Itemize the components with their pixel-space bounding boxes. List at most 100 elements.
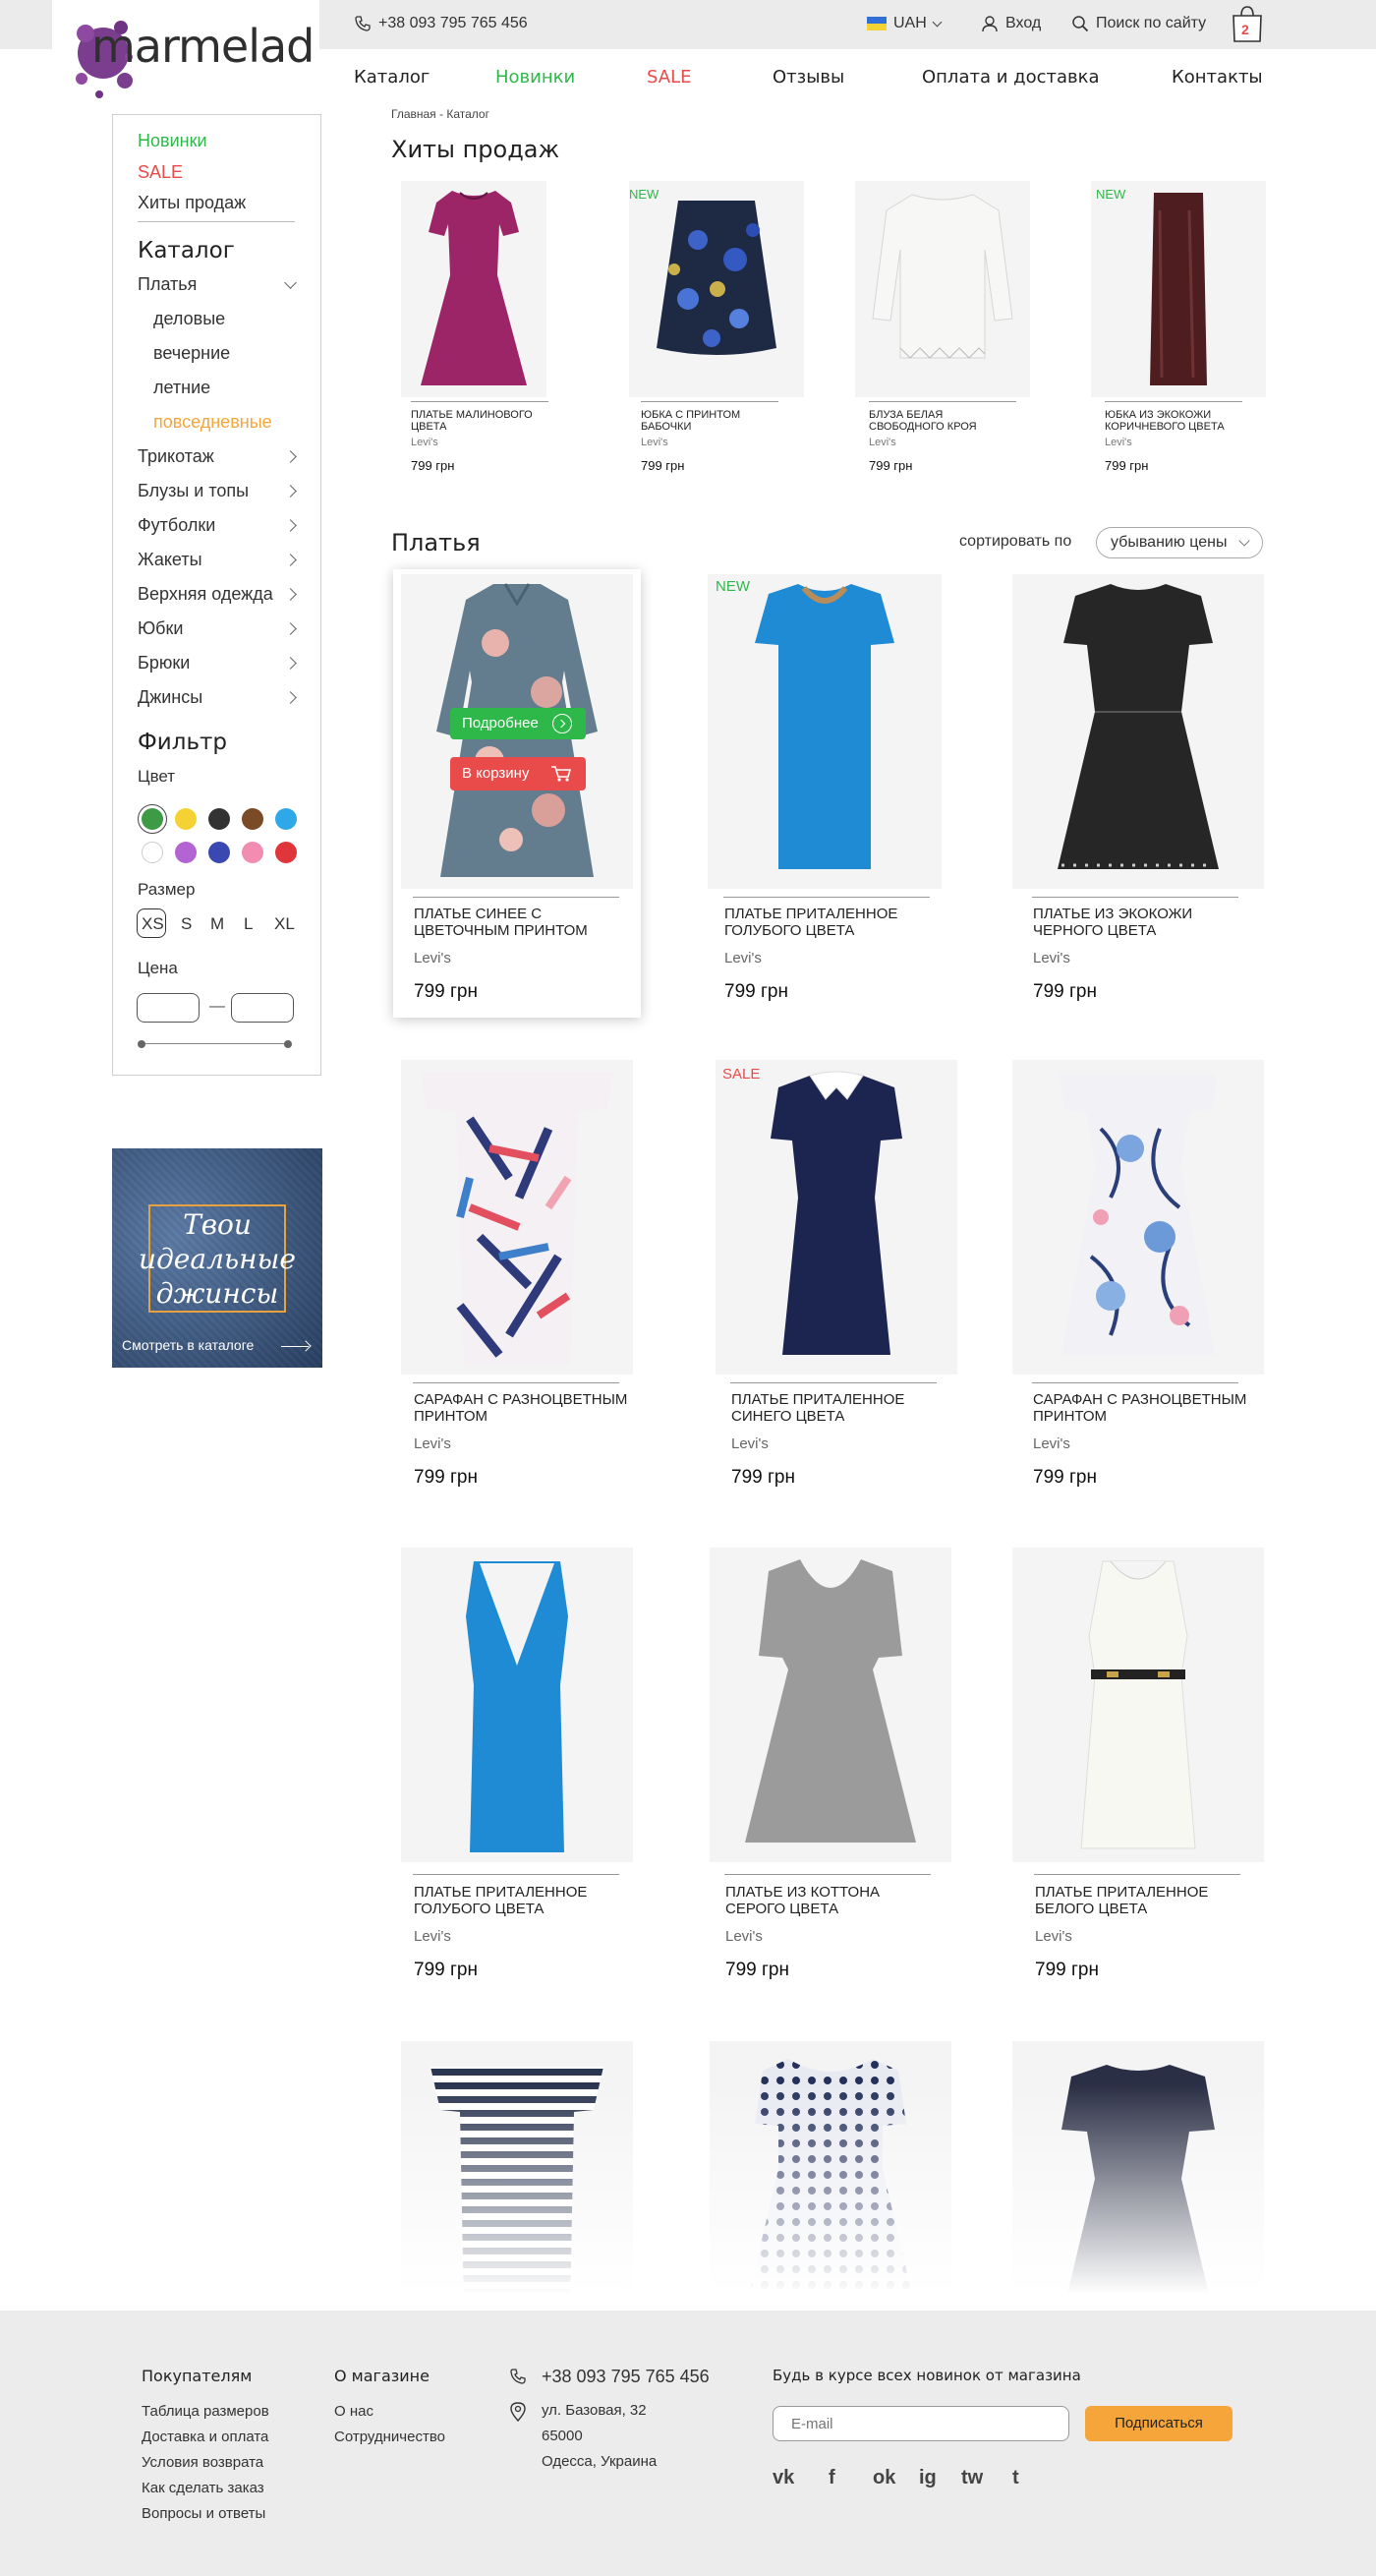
color-swatch-green[interactable]: [142, 808, 163, 830]
price-slider-handle-min[interactable]: [138, 1040, 145, 1048]
color-swatch-navy[interactable]: [208, 842, 230, 863]
jeans-banner[interactable]: Твои идеальные джинсы Смотреть в каталог…: [112, 1148, 322, 1368]
sidebar-subitem-casual[interactable]: повседневные: [153, 412, 272, 433]
catalog-title: Платья: [391, 529, 481, 556]
sidebar-subitem-summer[interactable]: летние: [153, 378, 210, 398]
twitter-icon[interactable]: tw: [961, 2467, 983, 2489]
hit-image-2[interactable]: [629, 181, 804, 397]
price-max-input[interactable]: [231, 993, 294, 1023]
nav-new[interactable]: Новинки: [495, 67, 575, 88]
product-name-4[interactable]: Сарафан с разноцветным принтом: [414, 1391, 630, 1425]
size-s[interactable]: S: [181, 914, 192, 934]
site-search[interactable]: Поиск по сайту: [1071, 15, 1206, 32]
size-m[interactable]: M: [210, 914, 224, 934]
footer-link-returns[interactable]: Условия возврата: [142, 2454, 263, 2471]
size-l[interactable]: L: [244, 914, 253, 934]
logo[interactable]: marmelad: [52, 0, 319, 106]
instagram-icon[interactable]: ig: [919, 2467, 937, 2489]
nav-reviews[interactable]: Отзывы: [773, 67, 844, 88]
price-label: Цена: [138, 959, 178, 977]
footer-link-size-table[interactable]: Таблица размеров: [142, 2403, 269, 2420]
sidebar-item-tshirts[interactable]: Футболки: [138, 515, 215, 536]
footer-link-how-to-order[interactable]: Как сделать заказ: [142, 2480, 264, 2496]
print-sundress-image: [421, 1072, 613, 1365]
logo-text: marmelad: [91, 20, 315, 73]
hit-name-2[interactable]: Юбка с принтом бабочки: [641, 409, 788, 433]
email-input[interactable]: [773, 2406, 1069, 2441]
nav-payment-delivery[interactable]: Оплата и доставка: [922, 67, 1100, 88]
hit-name-1[interactable]: Платье малинового цвета: [411, 409, 539, 433]
product-name-8[interactable]: Платье из коттона серого цвета: [725, 1884, 922, 1917]
footer-phone[interactable]: +38 093 795 765 456: [542, 2367, 710, 2387]
hit-name-4[interactable]: Юбка из экокожи коричневого цвета: [1105, 409, 1242, 433]
color-swatch-white[interactable]: [142, 842, 163, 863]
color-swatch-purple[interactable]: [175, 842, 197, 863]
color-swatch-red[interactable]: [275, 842, 297, 863]
nav-sale[interactable]: SALE: [647, 67, 691, 88]
product-name-1[interactable]: Платье синее с цветочным принтом: [414, 906, 610, 939]
nav-catalog[interactable]: Каталог: [354, 67, 430, 88]
product-image-6[interactable]: [1012, 1060, 1264, 1375]
product-image-5[interactable]: [716, 1060, 957, 1375]
footer-link-delivery[interactable]: Доставка и оплата: [142, 2429, 268, 2445]
footer-link-about[interactable]: О нас: [334, 2403, 373, 2420]
login-link[interactable]: Вход: [981, 15, 1041, 32]
nav-contacts[interactable]: Контакты: [1172, 67, 1263, 88]
hit-image-3[interactable]: [855, 181, 1030, 397]
product-image-3[interactable]: [1012, 574, 1264, 889]
sidebar-item-knitwear[interactable]: Трикотаж: [138, 446, 214, 467]
sidebar-item-trousers[interactable]: Брюки: [138, 653, 190, 673]
price-slider-handle-max[interactable]: [284, 1040, 292, 1048]
color-swatch-lightblue[interactable]: [275, 808, 297, 830]
footer-link-faq[interactable]: Вопросы и ответы: [142, 2505, 265, 2522]
hit-image-4[interactable]: [1091, 181, 1266, 397]
product-name-3[interactable]: Платье из экокожи черного цвета: [1033, 906, 1230, 939]
product-name-6[interactable]: Сарафан с разноцветным принтом: [1033, 1391, 1249, 1425]
subscribe-button[interactable]: Подписаться: [1085, 2406, 1233, 2441]
sidebar-item-jackets[interactable]: Жакеты: [138, 550, 202, 570]
odnoklassniki-icon[interactable]: ok: [873, 2467, 895, 2489]
product-image-9[interactable]: [1012, 1548, 1264, 1862]
sidebar-subitem-evening[interactable]: вечерние: [153, 343, 230, 364]
add-to-cart-button[interactable]: В корзину: [450, 757, 586, 790]
color-swatch-yellow[interactable]: [175, 808, 197, 830]
sidebar-item-blouses[interactable]: Блузы и топы: [138, 481, 249, 501]
hit-brand-3: Levi's: [869, 437, 896, 448]
sidebar-subitem-business[interactable]: деловые: [153, 309, 225, 329]
product-name-7[interactable]: Платье приталенное голубого цвета: [414, 1884, 610, 1917]
chevron-down-icon[interactable]: [284, 276, 297, 289]
currency-select[interactable]: UAH: [867, 15, 943, 32]
color-swatch-pink[interactable]: [242, 842, 263, 863]
sidebar-new[interactable]: Новинки: [138, 131, 207, 151]
vk-icon[interactable]: vk: [773, 2467, 794, 2489]
footer-link-cooperation[interactable]: Сотрудничество: [334, 2429, 445, 2445]
sidebar-item-skirts[interactable]: Юбки: [138, 618, 183, 639]
header-phone[interactable]: +38 093 795 765 456: [354, 15, 528, 32]
product-name-9[interactable]: Платье приталенное белого цвета: [1035, 1884, 1232, 1917]
tumblr-icon[interactable]: t: [1012, 2467, 1019, 2489]
sidebar-item-outerwear[interactable]: Верхняя одежда: [138, 584, 273, 605]
sidebar-hits[interactable]: Хиты продаж: [138, 193, 246, 213]
product-image-8[interactable]: [710, 1548, 951, 1862]
sidebar-sale[interactable]: SALE: [138, 162, 183, 183]
sidebar-item-dresses[interactable]: Платья: [138, 274, 197, 295]
hit-image-1[interactable]: [401, 181, 546, 397]
price-min-input[interactable]: [137, 993, 200, 1023]
details-button[interactable]: Подробнее: [450, 708, 586, 739]
color-swatch-brown[interactable]: [242, 808, 263, 830]
size-xl[interactable]: XL: [274, 914, 295, 934]
breadcrumb[interactable]: Главная - Каталог: [391, 107, 489, 121]
cart-button[interactable]: 2: [1231, 4, 1264, 43]
size-xs[interactable]: XS: [142, 914, 164, 934]
hit-name-3[interactable]: Блуза белая свободного кроя: [869, 409, 1016, 433]
facebook-icon[interactable]: f: [829, 2467, 835, 2489]
color-swatch-black[interactable]: [208, 808, 230, 830]
product-name-2[interactable]: Платье приталенное голубого цвета: [724, 906, 921, 939]
product-image-2[interactable]: [708, 574, 942, 889]
sidebar-item-jeans[interactable]: Джинсы: [138, 687, 202, 708]
sort-select[interactable]: убыванию цены: [1096, 527, 1263, 558]
product-image-7[interactable]: [401, 1548, 633, 1862]
product-image-4[interactable]: [401, 1060, 633, 1375]
price-slider-track[interactable]: [141, 1043, 288, 1044]
product-name-5[interactable]: Платье приталенное синего цвета: [731, 1391, 928, 1425]
